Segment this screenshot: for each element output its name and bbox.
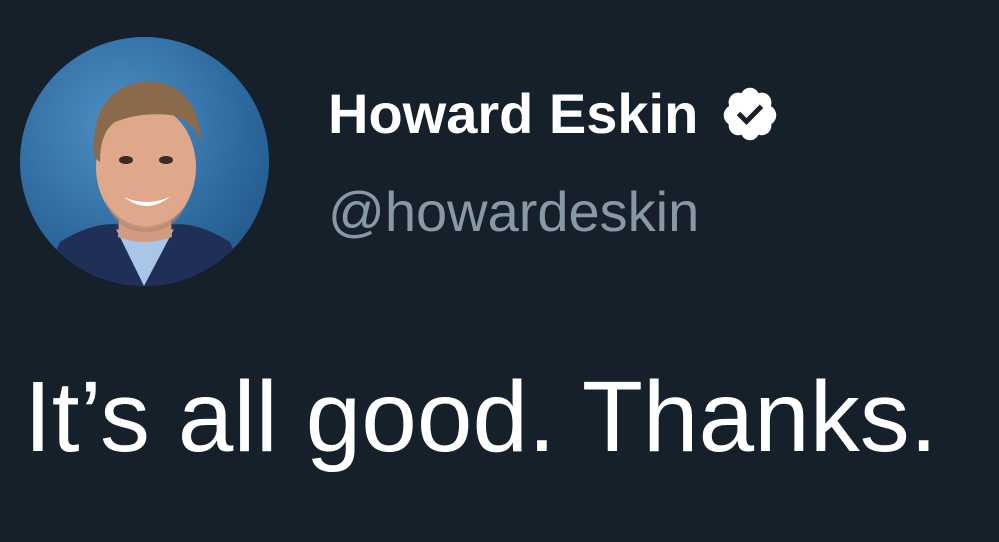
author-name-row[interactable]: Howard Eskin [328, 84, 780, 144]
tweet-card: Howard Eskin @howardeskin It’s all good.… [0, 0, 999, 542]
verified-badge-icon [720, 84, 780, 144]
profile-photo-icon [40, 81, 249, 286]
author-name[interactable]: Howard Eskin [328, 86, 698, 142]
avatar[interactable] [20, 37, 269, 286]
tweet-text: It’s all good. Thanks. [24, 361, 938, 473]
author-handle[interactable]: @howardeskin [328, 184, 699, 240]
